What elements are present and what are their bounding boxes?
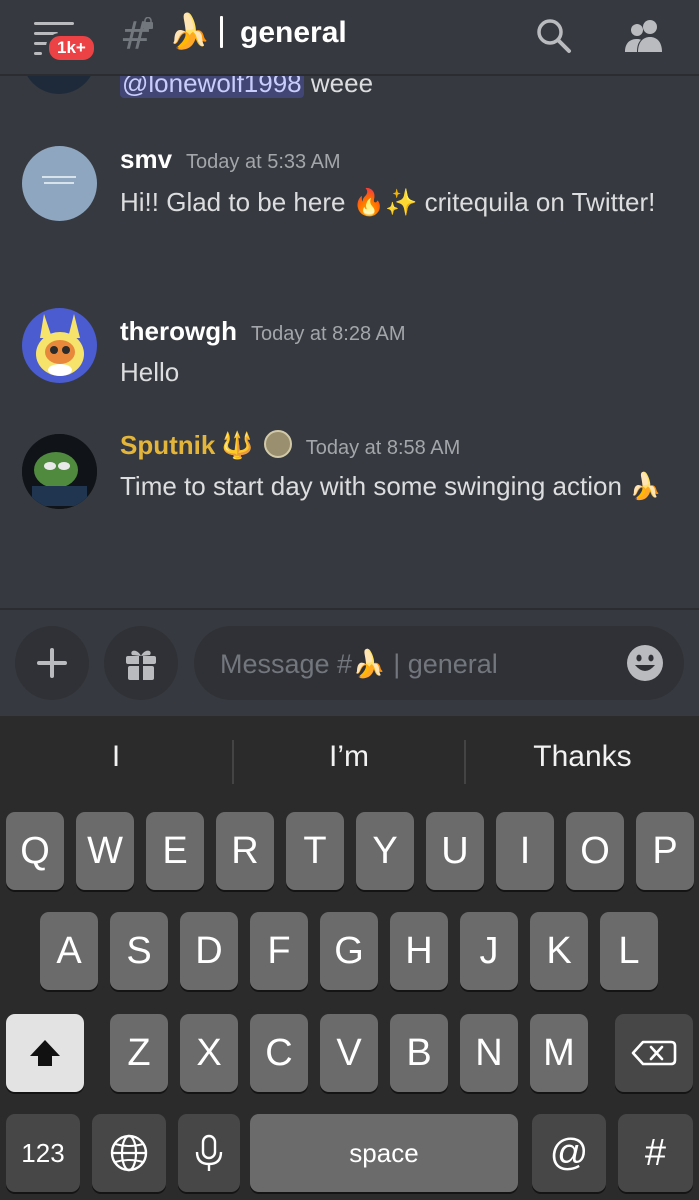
search-icon[interactable] bbox=[536, 18, 572, 54]
key-q[interactable]: Q bbox=[6, 812, 64, 890]
backspace-icon bbox=[631, 1040, 677, 1066]
at-key[interactable]: @ bbox=[532, 1114, 606, 1192]
key-z[interactable]: Z bbox=[110, 1014, 168, 1092]
key-c[interactable]: C bbox=[250, 1014, 308, 1092]
globe-key[interactable] bbox=[92, 1114, 166, 1192]
key-g[interactable]: G bbox=[320, 912, 378, 990]
avatar-sputnik[interactable] bbox=[22, 434, 97, 509]
key-t[interactable]: T bbox=[286, 812, 344, 890]
key-i[interactable]: I bbox=[496, 812, 554, 890]
channel-name[interactable]: general bbox=[240, 16, 347, 50]
key-f[interactable]: F bbox=[250, 912, 308, 990]
key-x[interactable]: X bbox=[180, 1014, 238, 1092]
key-r[interactable]: R bbox=[216, 812, 274, 890]
key-d[interactable]: D bbox=[180, 912, 238, 990]
character-illustration bbox=[22, 434, 97, 509]
message-text: Hi!! Glad to be here 🔥✨ critequila on Tw… bbox=[120, 187, 656, 217]
space-key[interactable]: space bbox=[250, 1114, 518, 1192]
key-w[interactable]: W bbox=[76, 812, 134, 890]
username[interactable]: therowgh bbox=[120, 316, 237, 346]
add-attachment-button[interactable] bbox=[15, 626, 89, 700]
timestamp: Today at 8:58 AM bbox=[305, 437, 461, 459]
unread-badge: 1k+ bbox=[46, 33, 97, 63]
key-l[interactable]: L bbox=[600, 912, 658, 990]
message-text: Hello bbox=[120, 357, 180, 387]
key-m[interactable]: M bbox=[530, 1014, 588, 1092]
shift-icon bbox=[30, 1040, 60, 1066]
username[interactable]: Sputnik bbox=[120, 430, 215, 460]
timestamp: Today at 8:28 AM bbox=[251, 323, 406, 345]
key-u[interactable]: U bbox=[426, 812, 484, 890]
globe-icon bbox=[110, 1134, 148, 1172]
hash-key[interactable]: # bbox=[618, 1114, 693, 1192]
on-screen-keyboard: I I’m Thanks Q W E R T Y U I O P A S D F… bbox=[0, 716, 699, 1200]
locked-channel-icon bbox=[143, 17, 153, 29]
suggestion-2[interactable]: I’m bbox=[234, 740, 464, 782]
key-e[interactable]: E bbox=[146, 812, 204, 890]
key-k[interactable]: K bbox=[530, 912, 588, 990]
members-icon[interactable] bbox=[622, 18, 666, 54]
message-list[interactable]: @lonewolf1998 weee smv Today at 5:33 AM H… bbox=[0, 60, 699, 608]
key-b[interactable]: B bbox=[390, 1014, 448, 1092]
numbers-key[interactable]: 123 bbox=[6, 1114, 80, 1192]
trident-badge: 🔱 bbox=[221, 430, 254, 460]
key-h[interactable]: H bbox=[390, 912, 448, 990]
nitro-badge-icon bbox=[263, 430, 292, 458]
message-text: Time to start day with some swinging act… bbox=[120, 471, 662, 501]
key-n[interactable]: N bbox=[460, 1014, 518, 1092]
channel-header: 1k+ # 🍌 general bbox=[0, 0, 699, 76]
shift-key[interactable] bbox=[6, 1014, 84, 1092]
microphone-icon bbox=[195, 1134, 223, 1171]
suggestion-3[interactable]: Thanks bbox=[466, 740, 699, 782]
plus-icon bbox=[37, 648, 67, 678]
channel-emoji: 🍌 bbox=[168, 13, 211, 51]
suggestion-1[interactable]: I bbox=[0, 740, 232, 782]
key-j[interactable]: J bbox=[460, 912, 518, 990]
gift-icon bbox=[126, 650, 156, 680]
microphone-key[interactable] bbox=[178, 1114, 240, 1192]
avatar-therowgh[interactable] bbox=[22, 308, 97, 383]
message-input[interactable]: Message #🍌 | general bbox=[194, 626, 684, 700]
backspace-key[interactable] bbox=[615, 1014, 693, 1092]
channel-separator bbox=[220, 16, 223, 48]
timestamp: Today at 5:33 AM bbox=[186, 151, 341, 173]
key-a[interactable]: A bbox=[40, 912, 98, 990]
message-placeholder: Message #🍌 | general bbox=[220, 649, 498, 679]
emoji-icon[interactable] bbox=[626, 644, 664, 682]
message-composer: Message #🍌 | general bbox=[0, 608, 699, 716]
key-y[interactable]: Y bbox=[356, 812, 414, 890]
key-v[interactable]: V bbox=[320, 1014, 378, 1092]
avatar-smv[interactable] bbox=[22, 146, 97, 221]
key-o[interactable]: O bbox=[566, 812, 624, 890]
username[interactable]: smv bbox=[120, 144, 172, 174]
key-p[interactable]: P bbox=[636, 812, 694, 890]
gift-button[interactable] bbox=[104, 626, 178, 700]
key-s[interactable]: S bbox=[110, 912, 168, 990]
character-illustration bbox=[36, 314, 84, 376]
